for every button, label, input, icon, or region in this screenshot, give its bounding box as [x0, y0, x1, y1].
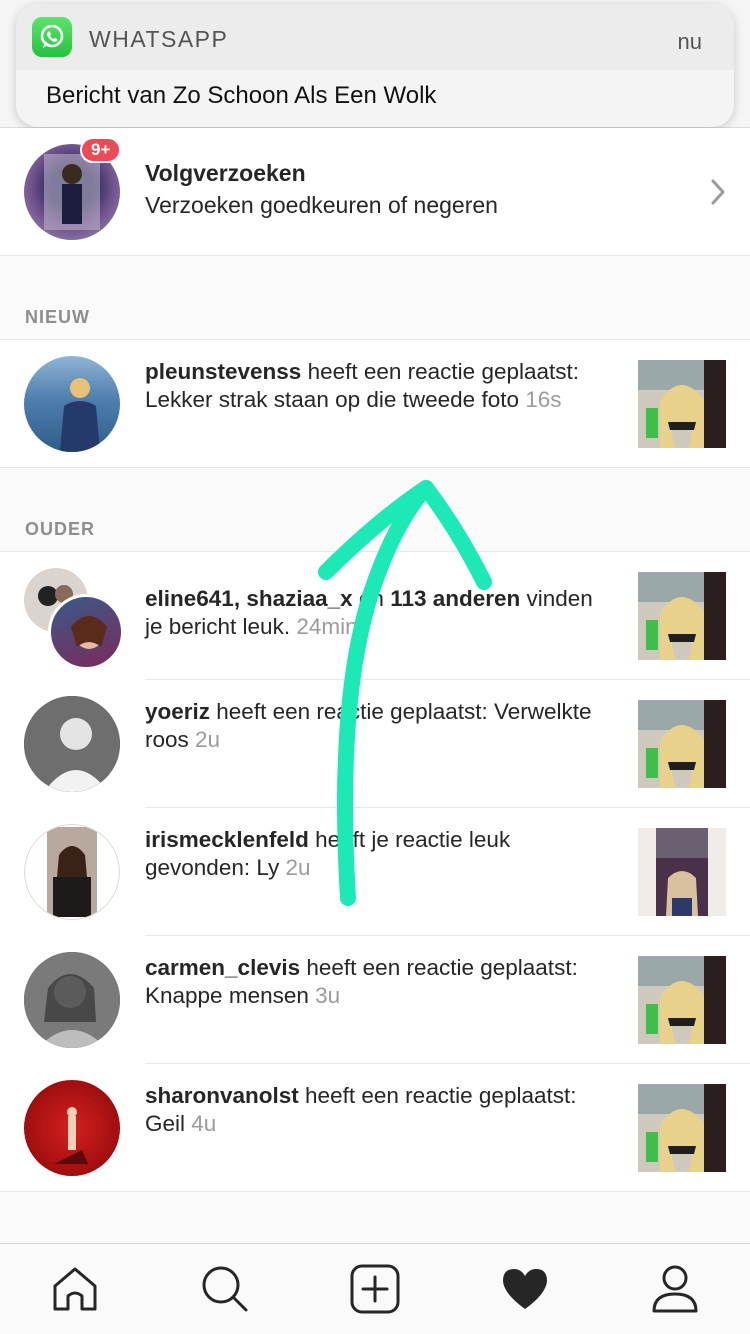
notification-message: Bericht van Zo Schoon Als Een Wolk — [46, 82, 437, 109]
notification-text: yoeriz heeft een reactie geplaatst: Verw… — [145, 698, 605, 754]
add-post-icon[interactable] — [350, 1264, 400, 1314]
notification-body: en — [352, 586, 391, 611]
username[interactable]: irismecklenfeld — [145, 827, 309, 852]
section-label-old: OUDER — [25, 519, 96, 539]
whatsapp-notification-banner[interactable]: WHATSAPP nu Bericht van Zo Schoon Als Ee… — [16, 4, 734, 127]
search-icon[interactable] — [200, 1264, 250, 1314]
avatar[interactable] — [24, 824, 120, 920]
post-thumbnail[interactable] — [638, 360, 726, 448]
profile-icon[interactable] — [650, 1264, 700, 1314]
notification-app-name: WHATSAPP — [89, 26, 229, 52]
notification-text: pleunstevenss heeft een reactie geplaats… — [145, 358, 605, 414]
post-thumbnail[interactable] — [638, 828, 726, 916]
heart-icon[interactable] — [500, 1264, 550, 1314]
whatsapp-icon — [32, 17, 72, 57]
notification-text: carmen_clevis heeft een reactie geplaats… — [145, 954, 605, 1010]
chevron-right-icon — [710, 178, 726, 211]
notification-text: sharonvanolst heeft een reactie geplaats… — [145, 1082, 605, 1138]
follow-requests-badge: 9+ — [80, 137, 122, 163]
section-new: pleunstevenss heeft een reactie geplaats… — [0, 339, 750, 468]
username[interactable]: sharonvanolst — [145, 1083, 299, 1108]
activity-screen: WHATSAPP nu Bericht van Zo Schoon Als Ee… — [0, 0, 750, 1334]
timestamp: 4u — [191, 1111, 217, 1136]
username[interactable]: pleunstevenss — [145, 359, 301, 384]
avatar[interactable] — [24, 696, 120, 792]
avatar[interactable] — [24, 1080, 120, 1176]
section-old: eline641, shaziaa_x en 113 anderen vinde… — [0, 551, 750, 1192]
username[interactable]: eline641, shaziaa_x — [145, 586, 353, 611]
timestamp: 3u — [315, 983, 341, 1008]
timestamp: 2u — [195, 727, 221, 752]
avatar[interactable] — [24, 952, 120, 1048]
list-item[interactable]: pleunstevenss heeft een reactie geplaats… — [0, 340, 750, 468]
list-item[interactable]: carmen_clevis heeft een reactie geplaats… — [0, 936, 750, 1064]
post-thumbnail[interactable] — [638, 572, 726, 660]
list-item[interactable]: yoeriz heeft een reactie geplaatst: Verw… — [0, 680, 750, 808]
username[interactable]: carmen_clevis — [145, 955, 300, 980]
section-label-new: NIEUW — [25, 307, 90, 327]
timestamp: 16s — [525, 387, 562, 412]
list-item[interactable]: sharonvanolst heeft een reactie geplaats… — [0, 1064, 750, 1192]
home-icon[interactable] — [50, 1264, 100, 1314]
others-count[interactable]: 113 anderen — [390, 586, 520, 611]
timestamp: 24min. — [296, 614, 364, 639]
tab-bar — [0, 1243, 750, 1334]
follow-requests-title: Volgverzoeken — [145, 160, 306, 186]
avatar[interactable] — [24, 356, 120, 452]
list-item[interactable]: irismecklenfeld heeft je reactie leuk ge… — [0, 808, 750, 936]
post-thumbnail[interactable] — [638, 1084, 726, 1172]
post-thumbnail[interactable] — [638, 956, 726, 1044]
notification-time: nu — [677, 29, 702, 54]
notification-text: irismecklenfeld heeft je reactie leuk ge… — [145, 826, 605, 882]
notification-text: eline641, shaziaa_x en 113 anderen vinde… — [145, 585, 615, 641]
list-item[interactable]: eline641, shaziaa_x en 113 anderen vinde… — [0, 552, 750, 680]
avatar[interactable] — [48, 594, 124, 670]
timestamp: 2u — [285, 855, 311, 880]
post-thumbnail[interactable] — [638, 700, 726, 788]
follow-requests-subtitle: Verzoeken goedkeuren of negeren — [145, 192, 498, 218]
username[interactable]: yoeriz — [145, 699, 210, 724]
